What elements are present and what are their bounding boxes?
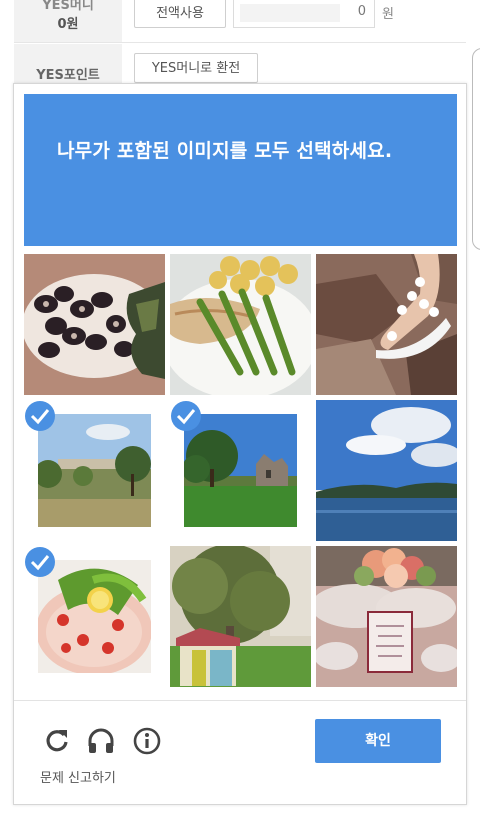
selected-check-icon (25, 547, 55, 577)
use-all-button[interactable]: 전액사용 (134, 0, 226, 28)
selected-check-icon (25, 401, 55, 431)
trees-building-image (38, 414, 151, 527)
wedding-table-image (316, 546, 457, 687)
reload-icon[interactable] (42, 726, 72, 756)
info-icon[interactable] (132, 726, 162, 756)
captcha-tile-6[interactable] (316, 400, 457, 541)
captcha-tile-4[interactable] (24, 400, 165, 541)
olives-salad-image (24, 254, 165, 395)
side-panel-edge (472, 48, 480, 250)
amount-value: 0 (357, 4, 366, 19)
carpaccio-image (38, 560, 151, 673)
trees-ruins-image (184, 414, 297, 527)
report-problem-link[interactable]: 문제 신고하기 (40, 767, 116, 786)
amount-input[interactable]: 0 (233, 0, 375, 28)
captcha-tile-5[interactable] (170, 400, 311, 541)
yes-money-balance: 0원 (57, 17, 79, 32)
captcha-tile-3[interactable] (316, 254, 457, 395)
currency-unit: 원 (382, 7, 394, 22)
captcha-tile-8[interactable] (170, 546, 311, 687)
captcha-instruction: 나무가 포함된 이미지를 모두 선택하세요. (57, 140, 393, 162)
yes-point-label-text: YES포인트 (36, 68, 100, 83)
selected-check-icon (171, 401, 201, 431)
fish-asparagus-image (170, 254, 311, 395)
row-divider (14, 42, 466, 43)
olive-tree-house-image (170, 546, 311, 687)
verify-button[interactable]: 확인 (315, 719, 441, 763)
captcha-tile-2[interactable] (170, 254, 311, 395)
yes-money-label: YES머니 0원 (14, 0, 122, 42)
captcha-header: 나무가 포함된 이미지를 모두 선택하세요. (24, 94, 457, 246)
convert-to-yes-money-button[interactable]: YES머니로 환전 (134, 53, 258, 83)
captcha-tile-7[interactable] (24, 546, 165, 687)
captcha-tile-1[interactable] (24, 254, 165, 395)
captcha-tile-9[interactable] (316, 546, 457, 687)
yes-money-label-text: YES머니 (42, 0, 94, 13)
captcha-image-grid (24, 254, 457, 690)
captcha-dialog: 나무가 포함된 이미지를 모두 선택하세요. 확인 문제 신고하기 (13, 83, 467, 805)
amount-input-field[interactable] (240, 4, 340, 22)
footer-divider (14, 700, 466, 701)
headphones-icon[interactable] (86, 726, 116, 756)
lake-sky-image (316, 400, 457, 541)
sandal-foot-image (316, 254, 457, 395)
